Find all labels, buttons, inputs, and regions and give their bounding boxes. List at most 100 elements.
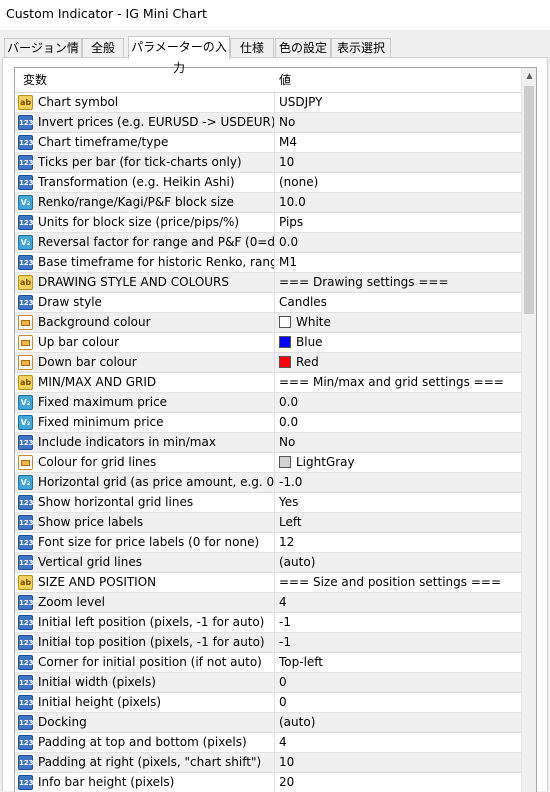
parameter-value-cell[interactable]: (none) (275, 173, 536, 193)
parameter-name-cell[interactable]: V₂ Fixed maximum price (15, 393, 275, 413)
parameter-value-cell[interactable]: Candles (275, 293, 536, 313)
parameter-row[interactable]: 123 Units for block size (price/pips/%) Pi… (15, 213, 536, 233)
parameter-value-cell[interactable]: Pips (275, 213, 536, 233)
scrollbar-thumb[interactable] (524, 86, 534, 314)
parameter-row[interactable]: V₂ Fixed minimum price 0.0 (15, 413, 536, 433)
column-header-value[interactable]: 値 (279, 68, 291, 92)
parameter-row[interactable]: 123 Padding at right (pixels, "chart shif… (15, 753, 536, 773)
parameter-value-cell[interactable]: Left (275, 513, 536, 533)
parameter-name-cell[interactable]: 123 Initial top position (pixels, -1 for … (15, 633, 275, 653)
parameter-row[interactable]: 123 Zoom level 4 (15, 593, 536, 613)
parameter-row[interactable]: 123 Font size for price labels (0 for non… (15, 533, 536, 553)
parameter-name-cell[interactable]: 123 Base timeframe for historic Renko, ra… (15, 253, 275, 273)
parameter-row[interactable]: 123 Base timeframe for historic Renko, ra… (15, 253, 536, 273)
parameter-value-cell[interactable]: M4 (275, 133, 536, 153)
parameter-value-cell[interactable]: Red (275, 353, 536, 373)
parameter-name-cell[interactable]: 123 Font size for price labels (0 for non… (15, 533, 275, 553)
parameter-row[interactable]: ab DRAWING STYLE AND COLOURS === Drawing s… (15, 273, 536, 293)
parameter-row[interactable]: 123 Docking (auto) (15, 713, 536, 733)
parameter-row[interactable]: Background colour White (15, 313, 536, 333)
parameter-value-cell[interactable]: No (275, 433, 536, 453)
parameter-name-cell[interactable]: 123 Units for block size (price/pips/%) (15, 213, 275, 233)
parameter-name-cell[interactable]: 123 Ticks per bar (for tick-charts only) (15, 153, 275, 173)
tab-specification[interactable]: 仕様 (230, 38, 274, 58)
parameter-row[interactable]: 123 Chart timeframe/type M4 (15, 133, 536, 153)
parameter-name-cell[interactable]: 123 Transformation (e.g. Heikin Ashi) (15, 173, 275, 193)
tab-visualization[interactable]: 表示選択 (331, 38, 391, 58)
parameter-row[interactable]: 123 Invert prices (e.g. EURUSD -> USDEUR)… (15, 113, 536, 133)
parameter-name-cell[interactable]: 123 Show price labels (15, 513, 275, 533)
parameter-name-cell[interactable]: Background colour (15, 313, 275, 333)
parameter-name-cell[interactable]: 123 Include indicators in min/max (15, 433, 275, 453)
parameter-row[interactable]: 123 Include indicators in min/max No (15, 433, 536, 453)
parameter-value-cell[interactable]: === Drawing settings === (275, 273, 536, 293)
parameter-row[interactable]: V₂ Renko/range/Kagi/P&F block size 10.0 (15, 193, 536, 213)
parameter-name-cell[interactable]: V₂ Horizontal grid (as price amount, e.g.… (15, 473, 275, 493)
parameter-row[interactable]: V₂ Horizontal grid (as price amount, e.g.… (15, 473, 536, 493)
parameter-row[interactable]: 123 Show horizontal grid lines Yes (15, 493, 536, 513)
parameter-name-cell[interactable]: 123 Vertical grid lines (15, 553, 275, 573)
parameter-row[interactable]: Down bar colour Red (15, 353, 536, 373)
parameter-row[interactable]: 123 Draw style Candles (15, 293, 536, 313)
parameter-row[interactable]: Colour for grid lines LightGray (15, 453, 536, 473)
parameter-value-cell[interactable]: 0.0 (275, 393, 536, 413)
parameter-value-cell[interactable]: === Size and position settings === (275, 573, 536, 593)
parameter-name-cell[interactable]: Up bar colour (15, 333, 275, 353)
parameter-value-cell[interactable]: White (275, 313, 536, 333)
parameter-name-cell[interactable]: ab DRAWING STYLE AND COLOURS (15, 273, 275, 293)
parameter-value-cell[interactable]: 10 (275, 753, 536, 773)
parameter-value-cell[interactable]: 4 (275, 733, 536, 753)
parameter-name-cell[interactable]: 123 Padding at top and bottom (pixels) (15, 733, 275, 753)
parameter-value-cell[interactable]: M1 (275, 253, 536, 273)
parameter-row[interactable]: 123 Vertical grid lines (auto) (15, 553, 536, 573)
parameter-value-cell[interactable]: 20 (275, 773, 536, 792)
tab-color-settings[interactable]: 色の設定 (275, 38, 331, 58)
parameter-value-cell[interactable]: 12 (275, 533, 536, 553)
parameter-value-cell[interactable]: 4 (275, 593, 536, 613)
parameter-value-cell[interactable]: -1.0 (275, 473, 536, 493)
parameter-value-cell[interactable]: (auto) (275, 713, 536, 733)
parameter-row[interactable]: 123 Corner for initial position (if not a… (15, 653, 536, 673)
parameter-value-cell[interactable]: (auto) (275, 553, 536, 573)
parameter-value-cell[interactable]: 0 (275, 693, 536, 713)
parameter-value-cell[interactable]: -1 (275, 613, 536, 633)
tab-general[interactable]: 全般 (82, 38, 124, 58)
parameter-row[interactable]: Up bar colour Blue (15, 333, 536, 353)
parameter-name-cell[interactable]: 123 Draw style (15, 293, 275, 313)
parameter-name-cell[interactable]: ab Chart symbol (15, 93, 275, 113)
parameter-row[interactable]: ab SIZE AND POSITION === Size and position… (15, 573, 536, 593)
parameter-name-cell[interactable]: 123 Chart timeframe/type (15, 133, 275, 153)
parameter-name-cell[interactable]: ab MIN/MAX AND GRID (15, 373, 275, 393)
parameter-value-cell[interactable]: LightGray (275, 453, 536, 473)
parameter-name-cell[interactable]: V₂ Renko/range/Kagi/P&F block size (15, 193, 275, 213)
parameter-name-cell[interactable]: 123 Corner for initial position (if not a… (15, 653, 275, 673)
tab-version-info[interactable]: バージョン情報 (4, 38, 82, 74)
column-header-variable[interactable]: 変数 (23, 68, 47, 92)
tab-input-parameters[interactable]: パラメーターの入力 (128, 36, 230, 75)
parameter-name-cell[interactable]: V₂ Fixed minimum price (15, 413, 275, 433)
parameter-value-cell[interactable]: -1 (275, 633, 536, 653)
parameter-name-cell[interactable]: V₂ Reversal factor for range and P&F (0=d… (15, 233, 275, 253)
parameter-name-cell[interactable]: 123 Initial height (pixels) (15, 693, 275, 713)
parameter-name-cell[interactable]: 123 Show horizontal grid lines (15, 493, 275, 513)
parameter-value-cell[interactable]: Top-left (275, 653, 536, 673)
parameter-name-cell[interactable]: 123 Padding at right (pixels, "chart shif… (15, 753, 275, 773)
parameter-row[interactable]: 123 Padding at top and bottom (pixels) 4 (15, 733, 536, 753)
parameter-value-cell[interactable]: 0 (275, 673, 536, 693)
parameter-name-cell[interactable]: 123 Initial width (pixels) (15, 673, 275, 693)
parameter-value-cell[interactable]: === Min/max and grid settings === (275, 373, 536, 393)
parameter-row[interactable]: 123 Initial top position (pixels, -1 for … (15, 633, 536, 653)
parameter-value-cell[interactable]: No (275, 113, 536, 133)
parameter-row[interactable]: 123 Ticks per bar (for tick-charts only) 1… (15, 153, 536, 173)
parameter-row[interactable]: V₂ Fixed maximum price 0.0 (15, 393, 536, 413)
parameter-value-cell[interactable]: 0.0 (275, 413, 536, 433)
parameter-row[interactable]: 123 Info bar height (pixels) 20 (15, 773, 536, 792)
parameter-row[interactable]: 123 Initial width (pixels) 0 (15, 673, 536, 693)
parameter-value-cell[interactable]: 0.0 (275, 233, 536, 253)
parameter-value-cell[interactable]: USDJPY (275, 93, 536, 113)
parameter-name-cell[interactable]: 123 Invert prices (e.g. EURUSD -> USDEUR) (15, 113, 275, 133)
parameter-name-cell[interactable]: 123 Zoom level (15, 593, 275, 613)
parameter-row[interactable]: V₂ Reversal factor for range and P&F (0=d… (15, 233, 536, 253)
parameter-row[interactable]: 123 Initial height (pixels) 0 (15, 693, 536, 713)
parameter-row[interactable]: ab Chart symbol USDJPY (15, 93, 536, 113)
